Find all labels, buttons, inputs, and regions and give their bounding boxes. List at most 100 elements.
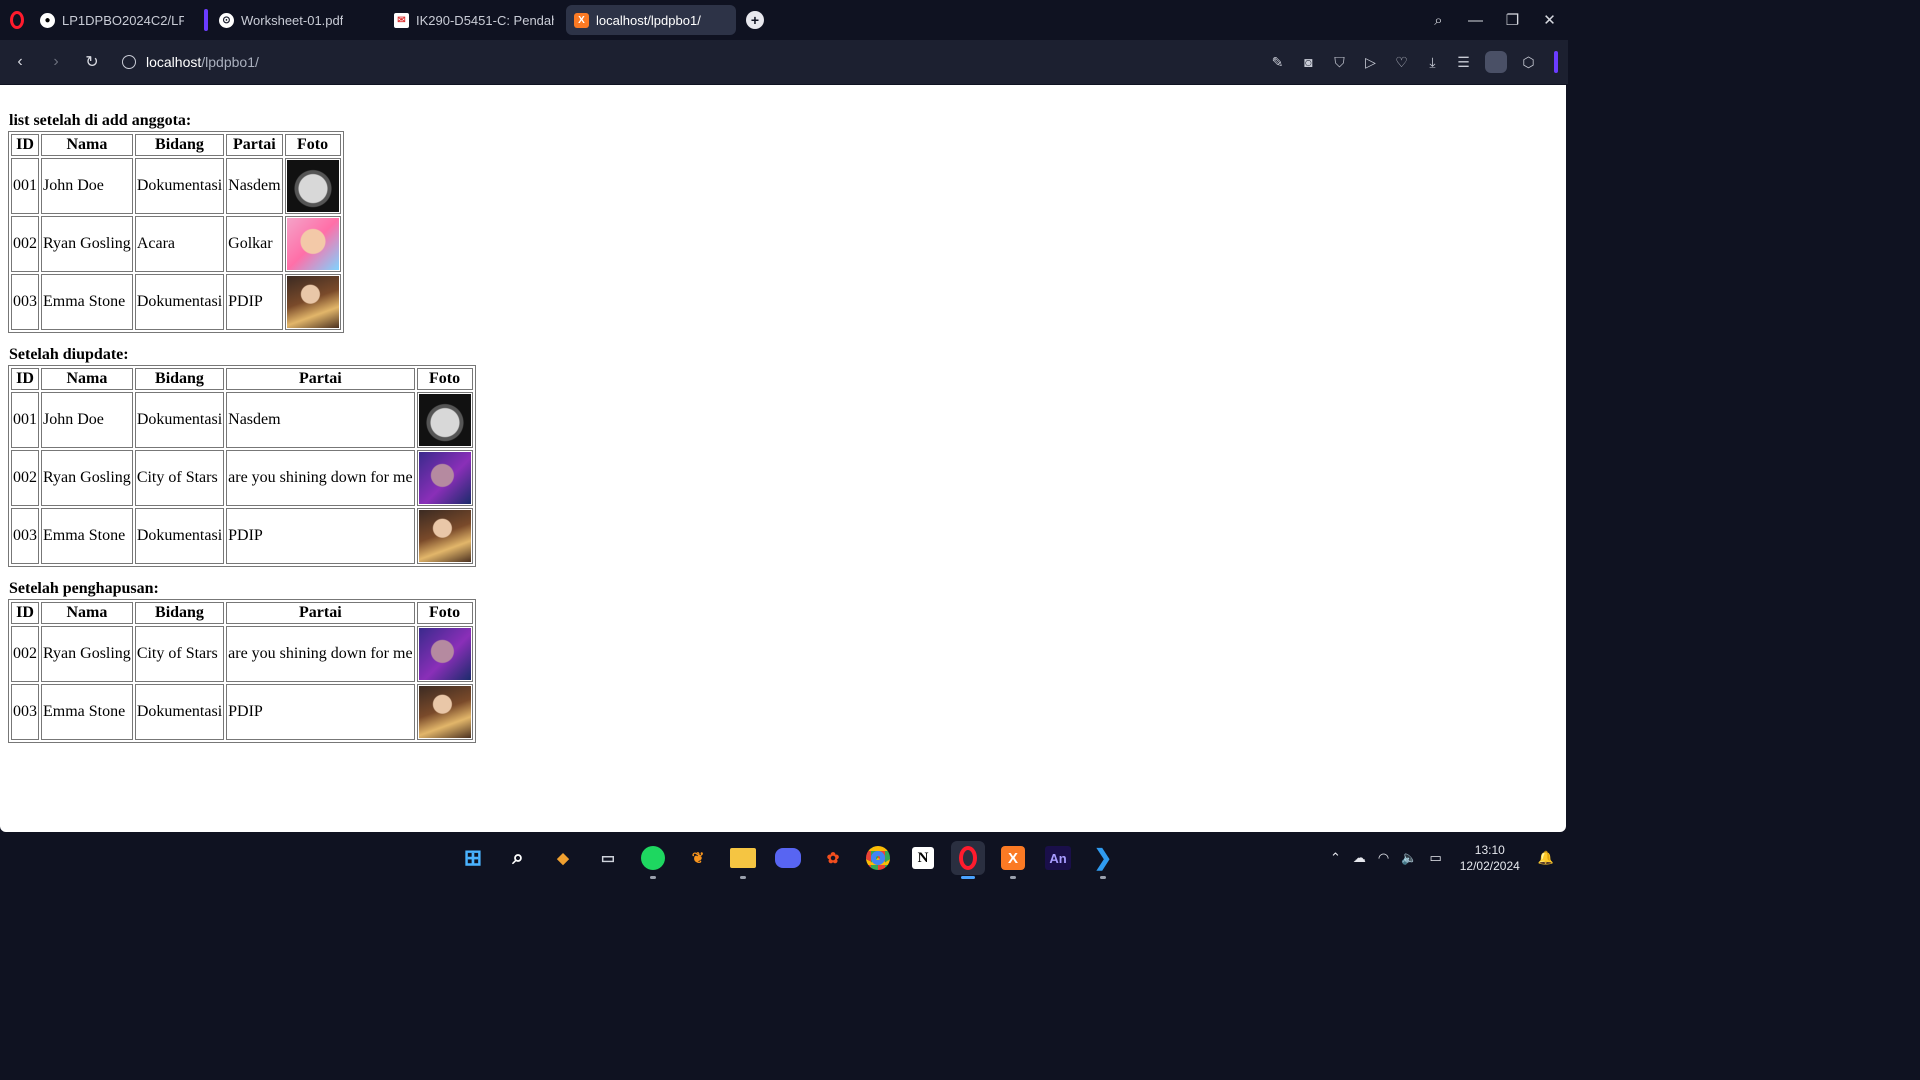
new-tab-button[interactable]: +	[746, 11, 764, 29]
site-info-icon[interactable]	[122, 55, 136, 69]
table-row: 002 Ryan Gosling City of Stars are you shin…	[11, 450, 473, 506]
figma-icon[interactable]: ✿	[816, 841, 850, 875]
easy-setup-icon[interactable]: ☰	[1448, 54, 1479, 71]
cell-bidang: Dokumentasi	[134, 158, 225, 214]
cell-bidang: Dokumentasi	[134, 684, 225, 740]
column-header: Bidang	[134, 602, 225, 624]
clock-date: 12/02/2024	[1459, 859, 1520, 873]
flow-send-icon[interactable]: ▷	[1355, 54, 1386, 71]
discord-icon[interactable]	[771, 841, 805, 875]
notification-bell-icon[interactable]: 🔔	[1538, 850, 1554, 866]
photo-john-doe	[286, 160, 339, 212]
cell-id: 003	[11, 508, 39, 564]
onedrive-cloud-icon[interactable]: ☁	[1353, 850, 1366, 866]
cell-id: 001	[11, 392, 39, 448]
cell-partai: PDIP	[226, 684, 415, 740]
cell-id: 003	[11, 684, 39, 740]
table-header-row: ID Nama Bidang Partai Foto	[11, 602, 473, 624]
column-header: Foto	[284, 134, 341, 156]
column-header: Nama	[41, 368, 133, 390]
photo-emma-stone	[418, 686, 471, 738]
chevron-up-icon[interactable]: ⌃	[1330, 850, 1341, 866]
sidebar-accent	[1554, 51, 1558, 73]
snapshot-camera-icon[interactable]: ◙	[1293, 54, 1324, 70]
cell-nama: Ryan Gosling	[41, 216, 133, 272]
table-header-row: ID Nama Bidang Partai Foto	[11, 368, 473, 390]
restore-icon[interactable]: ❐	[1494, 11, 1531, 29]
table-row: 003 Emma Stone Dokumentasi PDIP	[11, 274, 341, 330]
column-header: Partai	[226, 368, 415, 390]
xampp-icon[interactable]: X	[996, 841, 1030, 879]
column-header: ID	[11, 368, 39, 390]
clock-time: 13:10	[1474, 843, 1505, 857]
address-bar[interactable]: localhost/lpdpbo1/	[122, 54, 259, 70]
photo-ryan-purple	[418, 628, 471, 680]
animate-icon[interactable]: An	[1041, 841, 1075, 875]
cell-id: 003	[11, 274, 39, 330]
page-body: list setelah di add anggota: ID Nama Bidang…	[8, 111, 1558, 743]
task-view-icon[interactable]: ▭	[591, 841, 625, 875]
reload-icon[interactable]: ↻	[74, 52, 110, 72]
tab-classroom[interactable]: ✉ IK290-D5451-C: Pendahul	[386, 5, 562, 35]
search-tabs-icon[interactable]: ⌕	[1420, 12, 1457, 29]
xampp-icon: X	[574, 12, 589, 28]
cell-nama: Ryan Gosling	[41, 450, 133, 506]
copilot-icon[interactable]: ◆	[546, 841, 580, 875]
cell-partai: Golkar	[226, 216, 283, 272]
tab-worksheet[interactable]: ⊙ Worksheet-01.pdf	[196, 5, 382, 35]
taskbar-apps: ⊞ ⌕ ◆ ▭ ❦ ✿ N X An ❯	[456, 840, 1120, 879]
edit-icon[interactable]: ✎	[1262, 54, 1293, 71]
windows-start-icon[interactable]: ⊞	[456, 841, 490, 875]
cell-bidang: City of Stars	[134, 626, 225, 682]
column-header: Nama	[41, 602, 133, 624]
wifi-icon[interactable]: ◠	[1378, 850, 1389, 866]
classroom-icon: ✉	[394, 12, 409, 28]
cell-nama: Ryan Gosling	[41, 626, 133, 682]
extensions-cube-icon[interactable]: ⬡	[1513, 54, 1544, 71]
url-host: localhost	[146, 54, 202, 70]
cell-foto	[416, 392, 473, 448]
page-viewport: list setelah di add anggota: ID Nama Bidang…	[0, 85, 1566, 832]
heart-icon[interactable]: ♡	[1386, 54, 1417, 71]
close-icon[interactable]: ✕	[1531, 11, 1568, 29]
column-header: Foto	[416, 602, 473, 624]
cell-partai: Nasdem	[226, 392, 415, 448]
fl-studio-icon[interactable]: ❦	[681, 841, 715, 875]
chrome-icon[interactable]	[861, 841, 895, 875]
section-heading: Setelah diupdate:	[9, 346, 129, 363]
battery-icon[interactable]: ▭	[1429, 850, 1441, 866]
download-icon[interactable]: ⤓	[1417, 54, 1448, 71]
cell-id: 002	[11, 450, 39, 506]
github-icon: ●	[40, 12, 55, 28]
table-row: 001 John Doe Dokumentasi Nasdem	[11, 158, 341, 214]
profile-icon[interactable]	[1485, 51, 1507, 73]
cell-bidang: Dokumentasi	[134, 508, 225, 564]
column-header: Bidang	[134, 368, 225, 390]
photo-emma-stone	[418, 510, 471, 562]
forward-icon[interactable]: ›	[38, 53, 74, 71]
cell-foto	[284, 274, 341, 330]
section-heading: Setelah penghapusan:	[9, 580, 159, 597]
opera-menu-icon[interactable]	[10, 11, 24, 29]
tab-github[interactable]: ● LP1DPBO2024C2/LP1/C+	[32, 5, 192, 35]
vpn-shield-icon[interactable]: ⛉	[1324, 54, 1355, 71]
opera-icon[interactable]	[951, 841, 985, 879]
cell-nama: Emma Stone	[41, 684, 133, 740]
cell-bidang: City of Stars	[134, 450, 225, 506]
tab-localhost[interactable]: X localhost/lpdpbo1/	[566, 5, 736, 35]
system-tray: ⌃ ☁ ◠ 🔈 ▭ 13:10 12/02/2024 🔔	[1324, 834, 1568, 882]
spotify-icon[interactable]	[636, 841, 670, 879]
tab-strip: ● LP1DPBO2024C2/LP1/C+ ⊙ Worksheet-01.pd…	[0, 0, 1568, 40]
minimize-icon[interactable]: —	[1457, 12, 1494, 29]
search-icon[interactable]: ⌕	[501, 841, 535, 875]
clock[interactable]: 13:10 12/02/2024	[1460, 842, 1520, 874]
vscode-icon[interactable]: ❯	[1086, 841, 1120, 879]
table-row: 001 John Doe Dokumentasi Nasdem	[11, 392, 473, 448]
cell-partai: PDIP	[226, 274, 283, 330]
notion-icon[interactable]: N	[906, 841, 940, 875]
file-explorer-icon[interactable]	[726, 841, 760, 879]
column-header: Partai	[226, 602, 415, 624]
back-icon[interactable]: ‹	[2, 53, 38, 71]
volume-icon[interactable]: 🔈	[1401, 850, 1417, 866]
cell-partai: Nasdem	[226, 158, 283, 214]
